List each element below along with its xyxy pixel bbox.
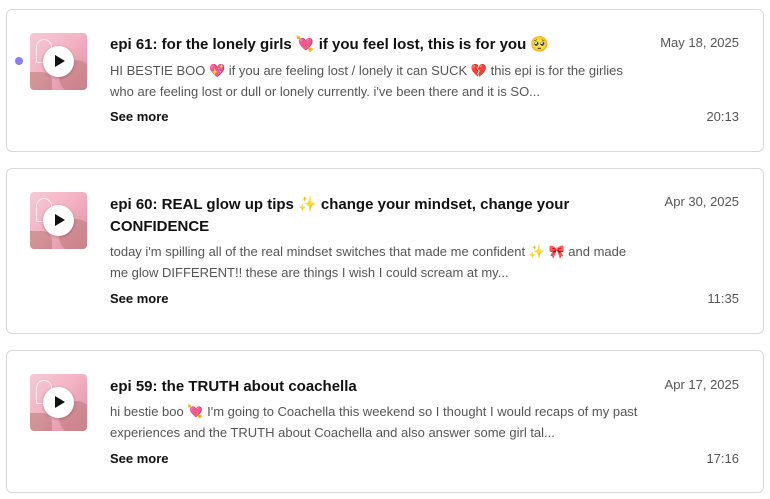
episode-card[interactable]: epi 61: for the lonely girls 💘 if you fe…	[6, 9, 764, 152]
episode-title[interactable]: epi 60: REAL glow up tips ✨ change your …	[110, 194, 590, 238]
episode-description: HI BESTIE BOO 💖 if you are feeling lost …	[110, 63, 623, 99]
play-button[interactable]	[43, 205, 74, 236]
play-icon	[55, 214, 65, 226]
episode-thumbnail[interactable]	[30, 374, 87, 431]
episode-thumbnail[interactable]	[30, 192, 87, 249]
episode-description: hi bestie boo 💘 I'm going to Coachella t…	[110, 404, 638, 440]
unplayed-indicator	[15, 57, 23, 65]
episode-date: Apr 17, 2025	[664, 377, 739, 392]
episode-thumbnail[interactable]	[30, 33, 87, 90]
episode-card[interactable]: epi 59: the TRUTH about coachella hi bes…	[6, 350, 764, 493]
play-icon	[55, 396, 65, 408]
episode-description: today i'm spilling all of the real minds…	[110, 244, 627, 280]
episode-date: Apr 30, 2025	[664, 194, 739, 209]
play-icon	[55, 55, 65, 67]
episode-title[interactable]: epi 61: for the lonely girls 💘 if you fe…	[110, 34, 590, 56]
play-button[interactable]	[43, 387, 74, 418]
episode-duration: 11:35	[707, 291, 739, 306]
play-button[interactable]	[43, 46, 74, 77]
episode-duration: 17:16	[706, 451, 739, 466]
see-more-link[interactable]: See more	[110, 291, 169, 306]
episode-list: epi 61: for the lonely girls 💘 if you fe…	[0, 0, 770, 499]
episode-card[interactable]: epi 60: REAL glow up tips ✨ change your …	[6, 168, 764, 334]
see-more-link[interactable]: See more	[110, 109, 169, 124]
episode-duration: 20:13	[706, 109, 739, 124]
see-more-link[interactable]: See more	[110, 451, 169, 466]
episode-title[interactable]: epi 59: the TRUTH about coachella	[110, 376, 590, 398]
episode-date: May 18, 2025	[660, 35, 739, 50]
